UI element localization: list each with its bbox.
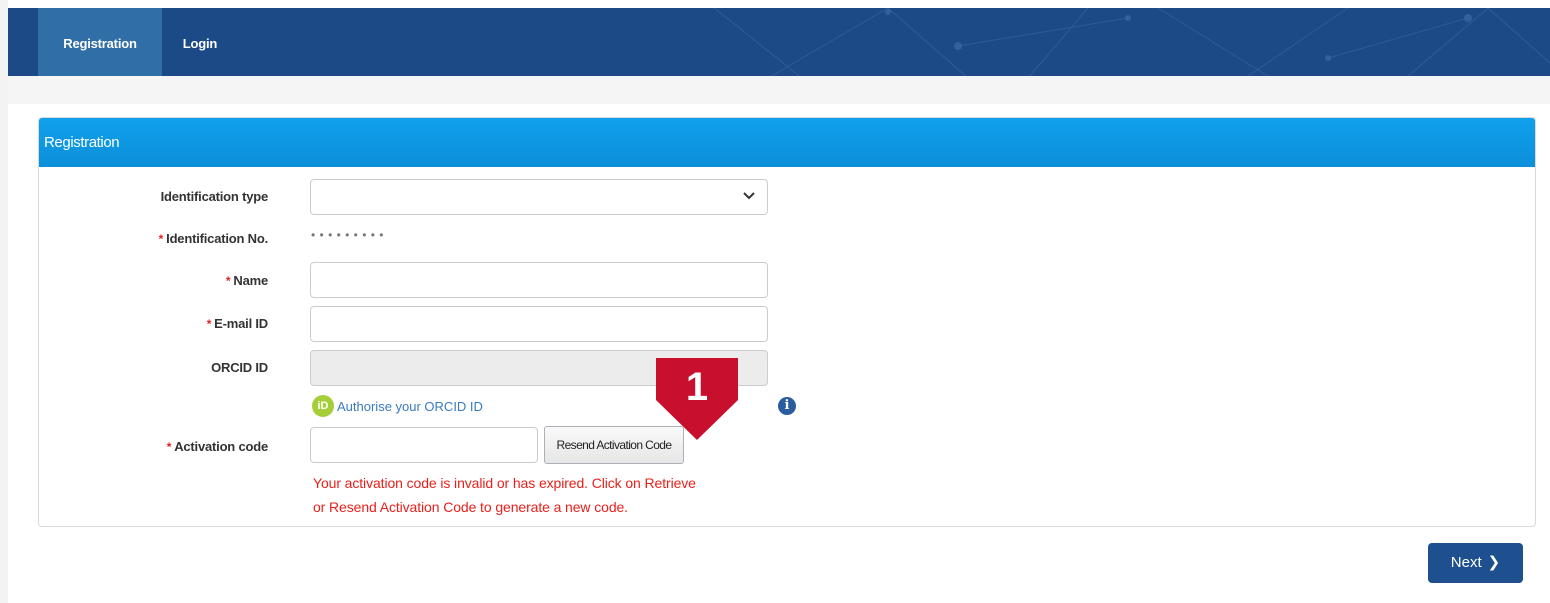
chevron-right-icon: ❯ <box>1487 554 1501 571</box>
left-page-edge <box>0 0 8 603</box>
next-button[interactable]: Next ❯ <box>1428 543 1523 583</box>
email-input[interactable] <box>310 306 768 342</box>
activation-error-message: Your activation code is invalid or has e… <box>313 475 696 515</box>
required-marker: * <box>225 274 231 288</box>
identification-no-label: * Identification No. <box>158 231 269 246</box>
navbar-network-pattern <box>713 8 1550 76</box>
tab-registration[interactable]: Registration <box>38 8 162 76</box>
chevron-down-icon <box>743 192 755 200</box>
panel-title: Registration <box>39 118 1535 167</box>
activation-code-label: * Activation code <box>166 439 268 454</box>
required-marker: * <box>158 232 164 246</box>
info-icon[interactable]: i <box>778 397 796 415</box>
required-marker: * <box>206 317 212 331</box>
orcid-icon: iD <box>312 395 334 417</box>
page-background-band <box>8 76 1550 104</box>
authorise-orcid-link[interactable]: iD Authorise your ORCID ID <box>312 395 483 417</box>
activation-code-input[interactable] <box>310 427 538 463</box>
identification-no-value: • • • • • • • • • <box>311 228 384 242</box>
required-marker: * <box>166 440 172 454</box>
callout-number: 1 <box>686 365 708 409</box>
top-navbar: Registration Login <box>8 8 1550 76</box>
orcid-label: ORCID ID <box>211 360 268 375</box>
name-input[interactable] <box>310 262 768 298</box>
authorise-orcid-label: Authorise your ORCID ID <box>337 398 483 414</box>
email-label: * E-mail ID <box>206 316 269 331</box>
tab-login[interactable]: Login <box>170 8 230 76</box>
identification-type-label: Identification type <box>160 189 269 204</box>
callout-marker-1: 1 <box>656 358 738 440</box>
identification-type-select[interactable] <box>310 179 768 215</box>
name-label: * Name <box>225 273 268 288</box>
